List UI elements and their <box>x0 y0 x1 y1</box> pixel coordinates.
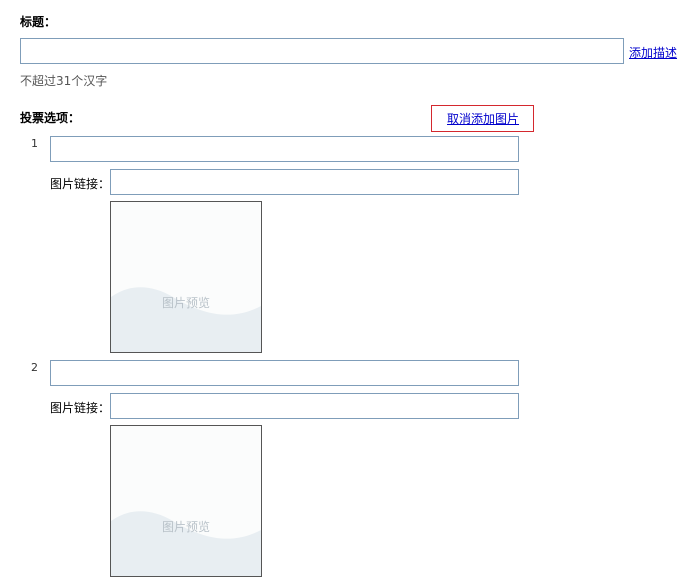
option-1-image-preview: 图片预览 <box>110 201 262 353</box>
preview-text: 图片预览 <box>162 295 210 310</box>
add-description-link[interactable]: 添加描述 <box>629 44 677 61</box>
option-number: 1 <box>31 137 38 150</box>
option-2-image-link-input[interactable] <box>110 393 519 419</box>
title-input[interactable] <box>20 38 624 64</box>
image-link-label: 图片链接： <box>50 401 111 415</box>
vote-options-label: 投票选项： <box>20 111 81 125</box>
title-hint: 不超过31个汉字 <box>20 74 108 88</box>
title-label: 标题： <box>20 15 57 29</box>
cancel-add-image-link[interactable]: 取消添加图片 <box>447 110 519 127</box>
option-number: 2 <box>31 361 38 374</box>
preview-placeholder-icon: 图片预览 <box>111 287 261 352</box>
option-2-image-preview: 图片预览 <box>110 425 262 577</box>
option-1-input[interactable] <box>50 136 519 162</box>
image-link-label: 图片链接： <box>50 177 111 191</box>
option-1-image-link-input[interactable] <box>110 169 519 195</box>
preview-placeholder-icon: 图片预览 <box>111 511 261 576</box>
option-2-input[interactable] <box>50 360 519 386</box>
preview-text: 图片预览 <box>162 519 210 534</box>
